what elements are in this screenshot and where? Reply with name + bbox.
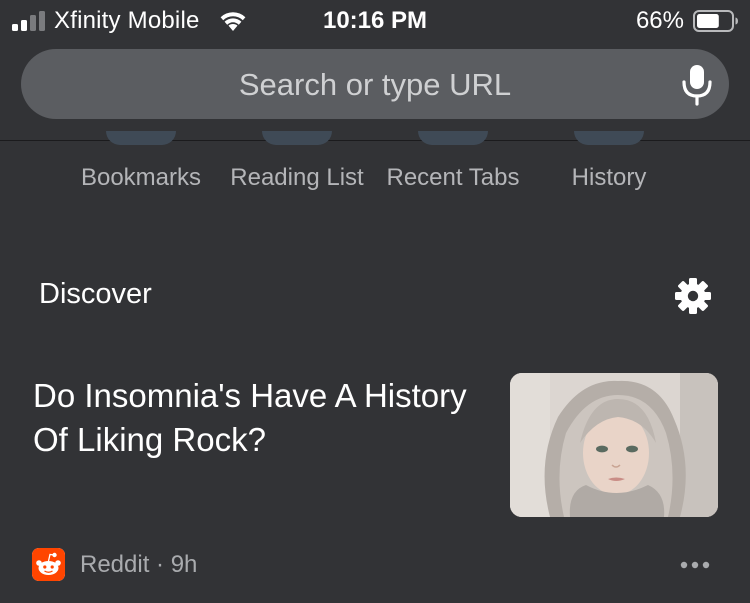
microphone-icon[interactable] [677,63,717,107]
shortcut-recent-tabs[interactable]: Recent Tabs [378,131,528,201]
battery-icon [693,10,738,32]
article-title[interactable]: Do Insomnia's Have A History Of Liking R… [33,374,483,462]
reddit-logo-icon [32,548,65,581]
search-bar[interactable]: Search or type URL [21,49,729,119]
history-icon[interactable] [574,131,644,145]
article-thumbnail[interactable] [510,373,718,517]
portrait-thumbnail [510,373,718,517]
top-toolbar: Xfinity Mobile 10:16 PM 66% Search or ty… [0,0,750,141]
discover-heading: Discover [39,278,152,310]
shortcut-label[interactable]: History [514,164,704,192]
article-source-meta: Reddit · 9h [80,551,197,579]
meta-separator: · [149,551,171,578]
search-placeholder[interactable]: Search or type URL [21,67,729,103]
shortcuts-row: Bookmarks Reading List Recent Tabs Histo… [0,131,750,201]
status-bar: Xfinity Mobile 10:16 PM 66% [0,0,750,40]
reading-list-icon[interactable] [262,131,332,145]
shortcut-reading-list[interactable]: Reading List [222,131,372,201]
shortcut-history[interactable]: History [534,131,684,201]
recent-tabs-icon[interactable] [418,131,488,145]
article-age: 9h [170,551,198,578]
browser-screen: Xfinity Mobile 10:16 PM 66% Search or ty… [0,0,750,603]
article-source: Reddit [80,551,150,578]
shortcut-bookmarks[interactable]: Bookmarks [66,131,216,201]
bookmarks-icon[interactable] [106,131,176,145]
gear-icon[interactable] [675,278,711,314]
more-horizontal-icon[interactable] [680,560,710,570]
battery-percentage: 66% [635,7,684,34]
